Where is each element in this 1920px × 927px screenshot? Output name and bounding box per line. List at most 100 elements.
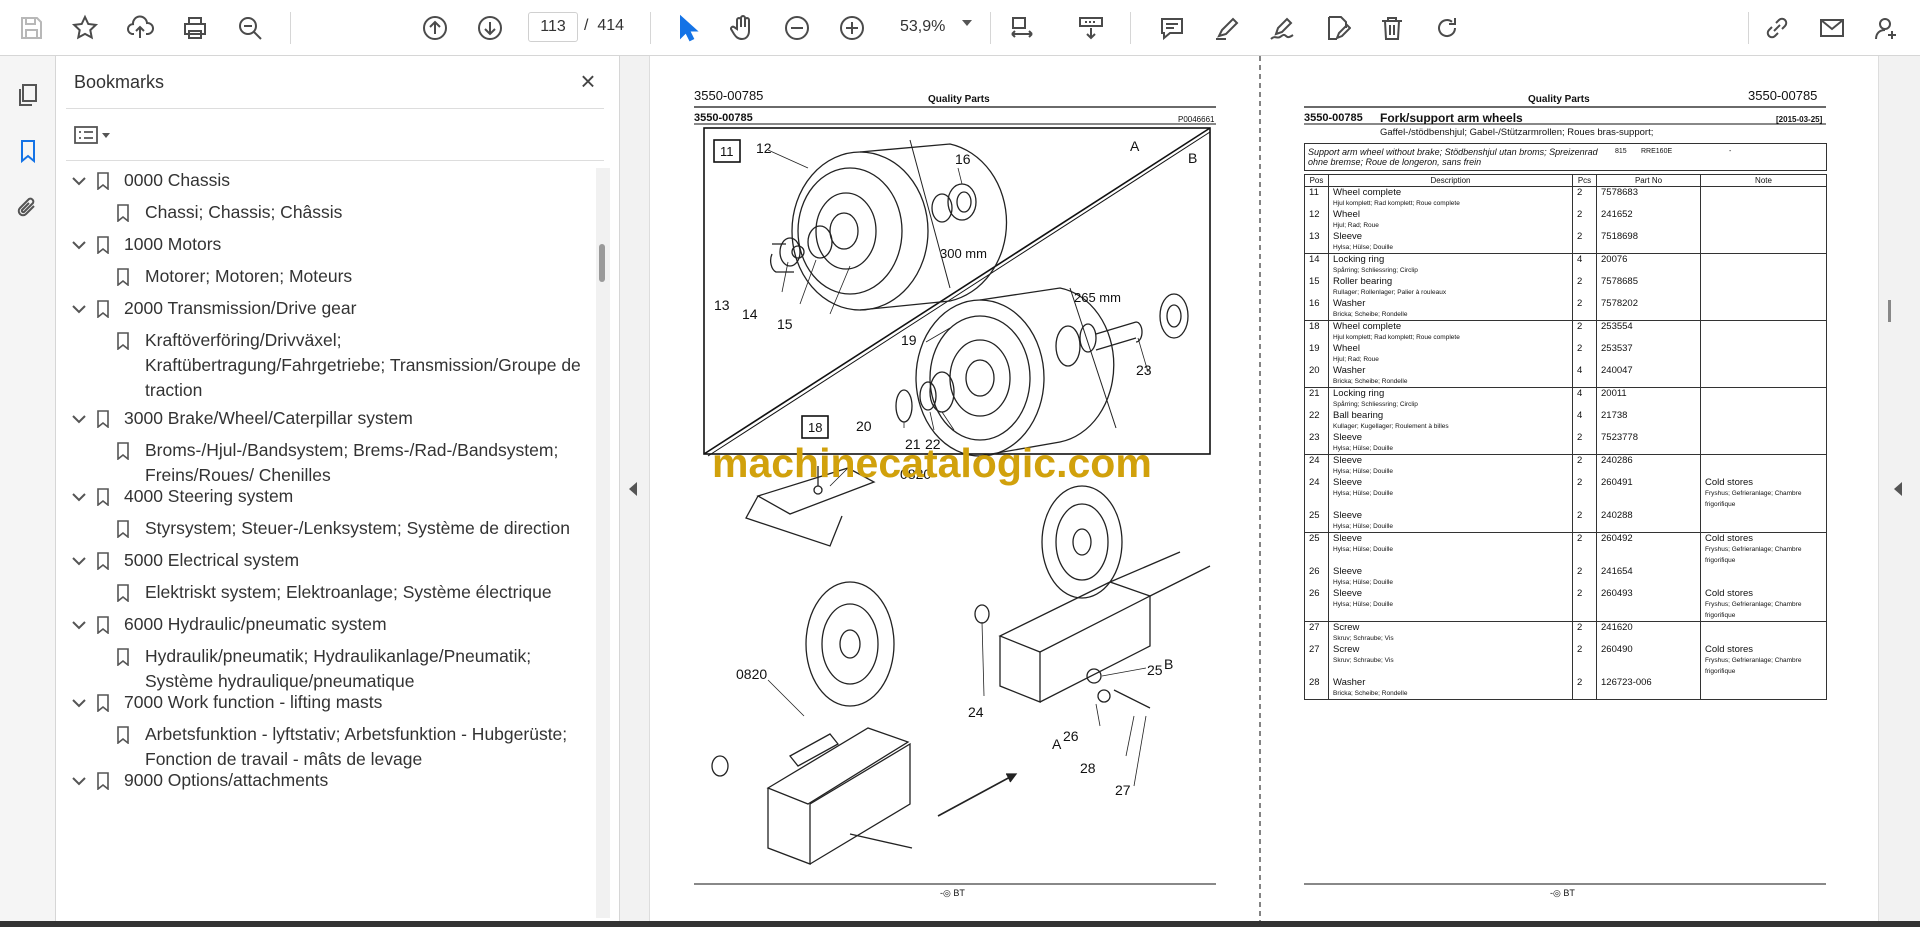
description-main: Sleeve	[1333, 432, 1363, 443]
cell-pcs: 2	[1572, 510, 1597, 533]
delete-icon[interactable]	[1373, 9, 1411, 47]
bookmark-item[interactable]: Kraftöverföring/Drivväxel; Kraftübertrag…	[56, 328, 591, 407]
edit-pdf-icon[interactable]	[1318, 9, 1356, 47]
zoom-out-icon[interactable]	[778, 9, 816, 47]
cell-pcs: 2	[1572, 621, 1597, 644]
cell-pcs: 2	[1572, 298, 1597, 321]
page-number-input[interactable]: 113	[528, 12, 578, 42]
description-translations: Hylsa; Hülse; Douille	[1333, 244, 1393, 251]
cell-part-no: 241620	[1596, 621, 1701, 644]
bookmark-item[interactable]: Styrsystem; Steuer-/Lenksystem; Système …	[56, 516, 591, 545]
bookmark-section[interactable]: 4000 Steering system	[56, 484, 591, 513]
description-translations: Bricka; Scheibe; Rondelle	[1333, 311, 1408, 318]
cell-description: Sleeve Hylsa; Hülse; Douille	[1328, 477, 1573, 510]
bookmark-icon[interactable]	[9, 132, 47, 170]
bookmark-icon	[97, 300, 109, 318]
cell-pcs: 2	[1572, 644, 1597, 677]
cell-pos: 15	[1304, 276, 1329, 298]
zoom-search-icon[interactable]	[231, 9, 269, 47]
chevron-down-icon[interactable]	[962, 20, 972, 26]
chevron-down-icon[interactable]	[70, 772, 88, 790]
rotate-icon[interactable]	[1428, 9, 1466, 47]
close-icon[interactable]: ×	[572, 66, 604, 98]
left-collapse-bar[interactable]	[620, 56, 650, 921]
description-translations: Hylsa; Hülse; Douille	[1333, 601, 1393, 608]
cell-description: Sleeve Hylsa; Hülse; Douille	[1328, 588, 1573, 622]
cell-description: Washer Bricka; Scheibe; Rondelle	[1328, 298, 1573, 321]
table-row: 27 Screw Skruv; Schraube; Vis 2 260490 Cold s…	[1304, 644, 1827, 677]
share-link-icon[interactable]	[1758, 9, 1796, 47]
bookmark-section[interactable]: 2000 Transmission/Drive gear	[56, 296, 591, 325]
right-doc-number: 3550-00785	[1748, 88, 1818, 103]
bookmark-icon	[117, 726, 129, 744]
bookmark-icon	[97, 552, 109, 570]
chevron-down-icon[interactable]	[70, 694, 88, 712]
bookmark-label: Kraftöverföring/Drivväxel; Kraftübertrag…	[145, 330, 581, 400]
table-row: 20 Washer Bricka; Scheibe; Rondelle 4 240047	[1304, 365, 1827, 388]
fit-page-icon[interactable]	[1003, 9, 1041, 47]
main-toolbar: 113 / 414 53,9%	[0, 0, 1920, 56]
left-page-heading: Quality Parts	[928, 94, 990, 105]
bookmark-item[interactable]: Chassi; Chassis; Châssis	[56, 200, 591, 229]
cell-description: Locking ring Spårring; Schliessring; Circ…	[1328, 387, 1573, 410]
chevron-down-icon[interactable]	[70, 236, 88, 254]
bookmark-section[interactable]: 5000 Electrical system	[56, 548, 591, 577]
bookmark-options-button[interactable]	[74, 120, 118, 150]
bookmark-section[interactable]: 9000 Options/attachments	[56, 768, 591, 797]
print-icon[interactable]	[176, 9, 214, 47]
cell-part-no: 7578683	[1596, 186, 1701, 209]
right-collapse-bar[interactable]	[1878, 56, 1920, 921]
page-down-icon[interactable]	[471, 9, 509, 47]
cell-note	[1700, 677, 1827, 700]
select-pointer-icon[interactable]	[668, 9, 706, 47]
cell-part-no: 7578685	[1596, 276, 1701, 298]
save-icon[interactable]	[12, 9, 50, 47]
scroll-grip[interactable]	[1888, 300, 1891, 322]
bookmark-item[interactable]: Elektriskt system; Elektroanlage; Systèm…	[56, 580, 591, 609]
upload-cloud-icon[interactable]	[121, 9, 159, 47]
cell-note: Cold stores Fryshus; Gefrieranlage; Chamb…	[1700, 644, 1827, 677]
bookmark-section[interactable]: 3000 Brake/Wheel/Caterpillar system	[56, 406, 591, 435]
col-part-no: Part No	[1596, 174, 1701, 187]
hand-icon[interactable]	[723, 9, 761, 47]
zoom-level-select[interactable]: 53,9%	[890, 12, 980, 42]
bookmark-item[interactable]: Motorer; Motoren; Moteurs	[56, 264, 591, 293]
cell-part-no: 241652	[1596, 209, 1701, 231]
page-up-icon[interactable]	[416, 9, 454, 47]
chevron-down-icon[interactable]	[70, 552, 88, 570]
sign-icon[interactable]	[1263, 9, 1301, 47]
left-doc-number: 3550-00785	[694, 88, 764, 103]
expand-right-icon[interactable]	[1894, 482, 1902, 496]
attachment-icon[interactable]	[9, 188, 47, 226]
cell-description: Washer Bricka; Scheibe; Rondelle	[1328, 365, 1573, 388]
zoom-in-icon[interactable]	[833, 9, 871, 47]
cell-description: Ball bearing Kullager; Kugellager; Roulem…	[1328, 410, 1573, 432]
scroll-mode-icon[interactable]	[1072, 9, 1110, 47]
bookmark-label: 4000 Steering system	[124, 486, 294, 506]
navigation-rail	[0, 56, 56, 927]
chevron-down-icon[interactable]	[70, 172, 88, 190]
cell-pcs: 4	[1572, 410, 1597, 432]
email-icon[interactable]	[1813, 9, 1851, 47]
chevron-down-icon[interactable]	[70, 616, 88, 634]
star-icon[interactable]	[66, 9, 104, 47]
cell-pcs: 2	[1572, 532, 1597, 566]
account-icon[interactable]	[1868, 9, 1906, 47]
page-thumbnails-icon[interactable]	[9, 76, 47, 114]
chevron-down-icon[interactable]	[70, 410, 88, 428]
bookmark-icon	[117, 268, 129, 286]
bookmark-scroll-thumb[interactable]	[599, 244, 605, 282]
chevron-down-icon[interactable]	[70, 300, 88, 318]
highlight-pen-icon[interactable]	[1208, 9, 1246, 47]
description-main: Sleeve	[1333, 455, 1363, 466]
section-title: Fork/support arm wheels	[1380, 111, 1523, 125]
bookmark-section[interactable]: 0000 Chassis	[56, 168, 591, 197]
bookmark-section[interactable]: 7000 Work function - lifting masts	[56, 690, 591, 719]
collapse-left-icon[interactable]	[629, 482, 637, 496]
chevron-down-icon[interactable]	[70, 488, 88, 506]
comment-icon[interactable]	[1153, 9, 1191, 47]
cell-note: Cold stores Fryshus; Gefrieranlage; Chamb…	[1700, 477, 1827, 510]
bookmark-section[interactable]: 6000 Hydraulic/pneumatic system	[56, 612, 591, 641]
bookmark-section[interactable]: 1000 Motors	[56, 232, 591, 261]
cell-pos: 11	[1304, 186, 1329, 209]
